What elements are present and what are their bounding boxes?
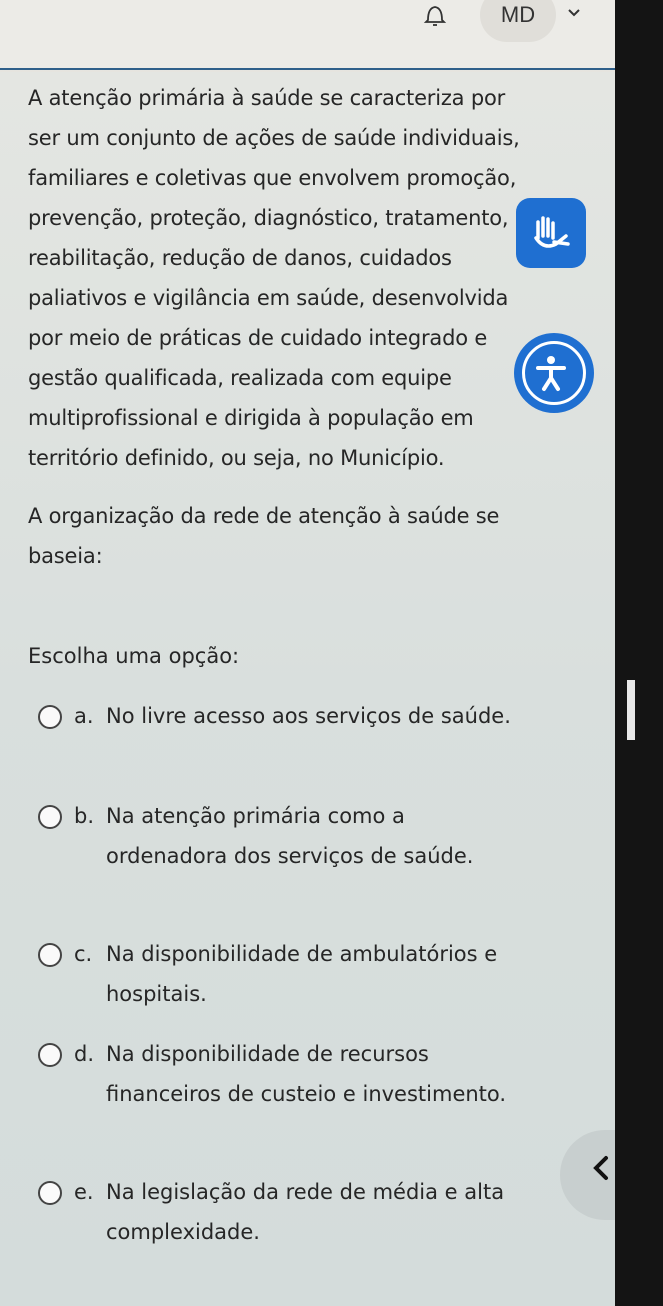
radio-c[interactable]	[38, 943, 62, 967]
accessibility-button[interactable]	[514, 333, 594, 413]
option-text[interactable]: No livre acesso aos serviços de saúde.	[106, 696, 518, 736]
option-d[interactable]: d. Na disponibilidade de recursos financ…	[38, 1034, 518, 1114]
sign-language-icon	[534, 216, 570, 248]
sign-language-button[interactable]	[516, 198, 586, 268]
radio-d[interactable]	[38, 1043, 62, 1067]
question-text: A atenção primária à saúde se caracteriz…	[28, 78, 528, 576]
accessibility-icon	[536, 356, 566, 391]
question-paragraph-2: A organização da rede de atenção à saúde…	[28, 504, 500, 568]
option-text[interactable]: Na atenção primária como a ordenadora do…	[106, 796, 518, 876]
avatar-initials: MD	[500, 2, 536, 27]
edge-highlight	[627, 680, 635, 740]
choose-prompt: Escolha uma opção:	[28, 644, 240, 668]
bell-icon[interactable]	[420, 2, 450, 28]
option-text[interactable]: Na disponibilidade de ambulatórios e hos…	[106, 934, 518, 1014]
question-paragraph-1: A atenção primária à saúde se caracteriz…	[28, 86, 520, 470]
option-e[interactable]: e. Na legislação da rede de média e alta…	[38, 1172, 518, 1252]
top-bar: MD	[0, 0, 615, 70]
user-avatar[interactable]: MD	[480, 0, 556, 42]
radio-a[interactable]	[38, 705, 62, 729]
option-letter: a.	[74, 704, 94, 728]
radio-b[interactable]	[38, 805, 62, 829]
option-letter: d.	[74, 1042, 95, 1066]
option-text[interactable]: Na disponibilidade de recursos financeir…	[106, 1034, 518, 1114]
option-letter: b.	[74, 804, 95, 828]
chevron-down-icon[interactable]	[566, 6, 582, 20]
screen-edge	[615, 0, 663, 1306]
option-text[interactable]: Na legislação da rede de média e alta co…	[106, 1172, 518, 1252]
option-c[interactable]: c. Na disponibilidade de ambulatórios e …	[38, 934, 518, 1014]
option-letter: e.	[74, 1180, 94, 1204]
option-letter: c.	[74, 942, 93, 966]
radio-e[interactable]	[38, 1181, 62, 1205]
option-b[interactable]: b. Na atenção primária como a ordenadora…	[38, 796, 518, 876]
option-a[interactable]: a. No livre acesso aos serviços de saúde…	[38, 696, 518, 736]
